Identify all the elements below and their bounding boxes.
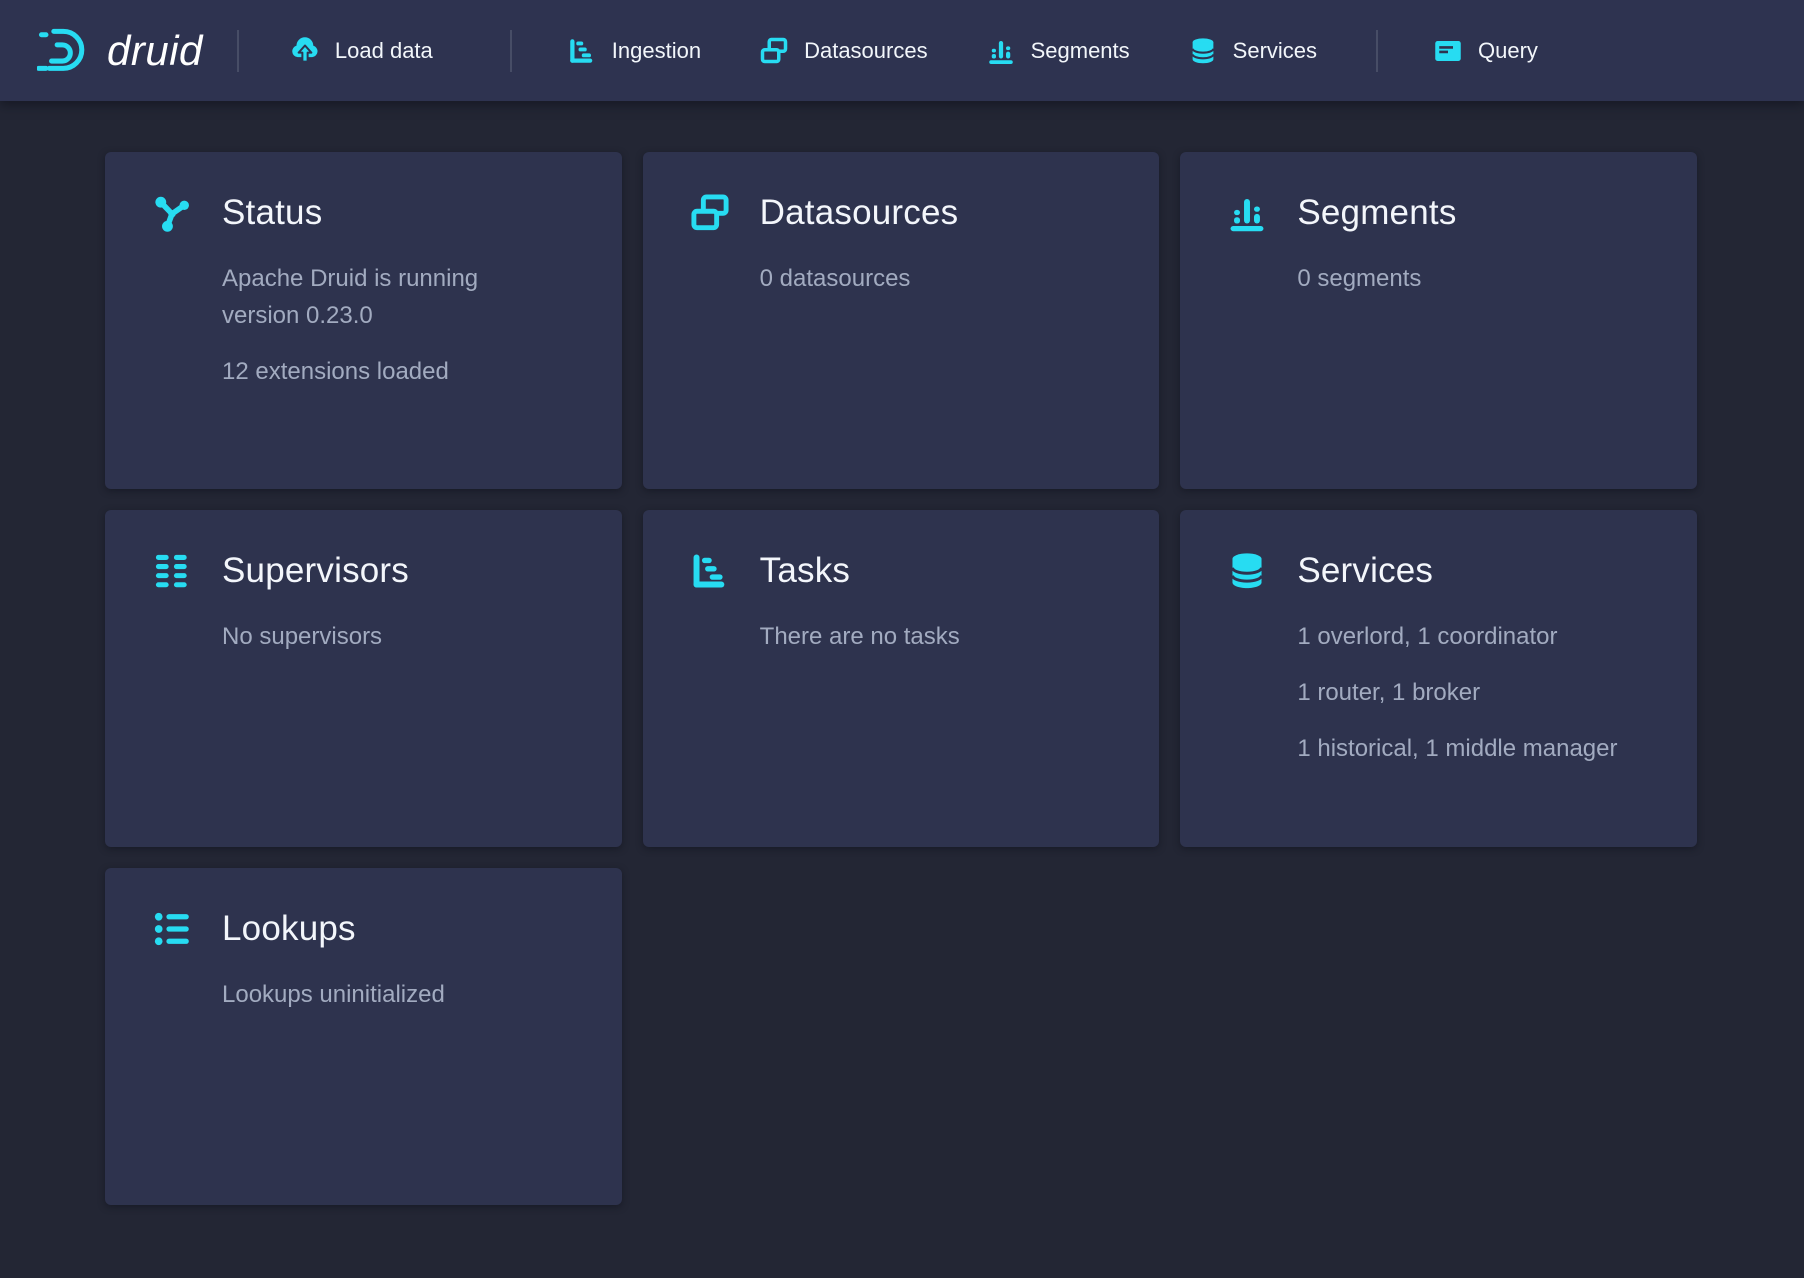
- stacked-squares-icon: [689, 192, 731, 234]
- card-title: Status: [222, 193, 322, 233]
- card-body-line: There are no tasks: [760, 618, 1095, 655]
- nav-item-label: Services: [1233, 38, 1317, 64]
- nav-item-load-data[interactable]: Load data: [270, 21, 453, 81]
- card-segments[interactable]: Segments 0 segments: [1180, 152, 1697, 489]
- card-supervisors[interactable]: Supervisors No supervisors: [105, 510, 622, 847]
- logo-text: druid: [107, 27, 203, 75]
- nav-item-services[interactable]: Services: [1168, 21, 1337, 81]
- nav-item-datasources[interactable]: Datasources: [739, 21, 948, 81]
- bar-chart-icon: [986, 36, 1016, 66]
- gantt-chart-icon: [689, 550, 731, 592]
- gantt-chart-icon: [567, 36, 597, 66]
- card-datasources[interactable]: Datasources 0 datasources: [643, 152, 1160, 489]
- nav-item-segments[interactable]: Segments: [966, 21, 1150, 81]
- nav-divider: [237, 30, 239, 72]
- card-lookups[interactable]: Lookups Lookups uninitialized: [105, 868, 622, 1205]
- card-title: Lookups: [222, 909, 356, 949]
- card-body-line: 12 extensions loaded: [222, 353, 557, 390]
- card-title: Segments: [1297, 193, 1456, 233]
- nav-item-ingestion[interactable]: Ingestion: [547, 21, 721, 81]
- database-icon: [1188, 36, 1218, 66]
- card-body-line: 1 historical, 1 middle manager: [1297, 730, 1632, 767]
- bar-chart-icon: [1226, 192, 1268, 234]
- list-columns-icon: [151, 550, 193, 592]
- card-body-line: Apache Druid is running version 0.23.0: [222, 260, 557, 334]
- card-title: Supervisors: [222, 551, 409, 591]
- card-body-line: Lookups uninitialized: [222, 976, 557, 1013]
- druid-logo-icon: [37, 23, 93, 79]
- card-body-line: No supervisors: [222, 618, 557, 655]
- database-icon: [1226, 550, 1268, 592]
- card-services[interactable]: Services 1 overlord, 1 coordinator 1 rou…: [1180, 510, 1697, 847]
- bullet-list-icon: [151, 908, 193, 950]
- nav-item-query[interactable]: Query: [1413, 21, 1558, 81]
- card-title: Tasks: [760, 551, 850, 591]
- nav-item-label: Ingestion: [612, 38, 701, 64]
- card-body-line: 0 segments: [1297, 260, 1632, 297]
- card-body-line: 1 router, 1 broker: [1297, 674, 1632, 711]
- stacked-squares-icon: [759, 36, 789, 66]
- network-graph-icon: [151, 192, 193, 234]
- druid-logo[interactable]: druid: [37, 23, 203, 79]
- nav-divider: [1376, 30, 1378, 72]
- console-icon: [1433, 36, 1463, 66]
- nav-item-label: Segments: [1031, 38, 1130, 64]
- nav-divider: [510, 30, 512, 72]
- card-title: Services: [1297, 551, 1433, 591]
- card-title: Datasources: [760, 193, 959, 233]
- nav-item-label: Datasources: [804, 38, 928, 64]
- upload-icon: [290, 36, 320, 66]
- card-body-line: 0 datasources: [760, 260, 1095, 297]
- card-body-line: 1 overlord, 1 coordinator: [1297, 618, 1632, 655]
- top-navbar: druid Load data Ingestion Datasources Se…: [0, 0, 1804, 101]
- nav-item-label: Query: [1478, 38, 1538, 64]
- card-status[interactable]: Status Apache Druid is running version 0…: [105, 152, 622, 489]
- nav-item-label: Load data: [335, 38, 433, 64]
- home-card-grid: Status Apache Druid is running version 0…: [105, 152, 1697, 1205]
- card-tasks[interactable]: Tasks There are no tasks: [643, 510, 1160, 847]
